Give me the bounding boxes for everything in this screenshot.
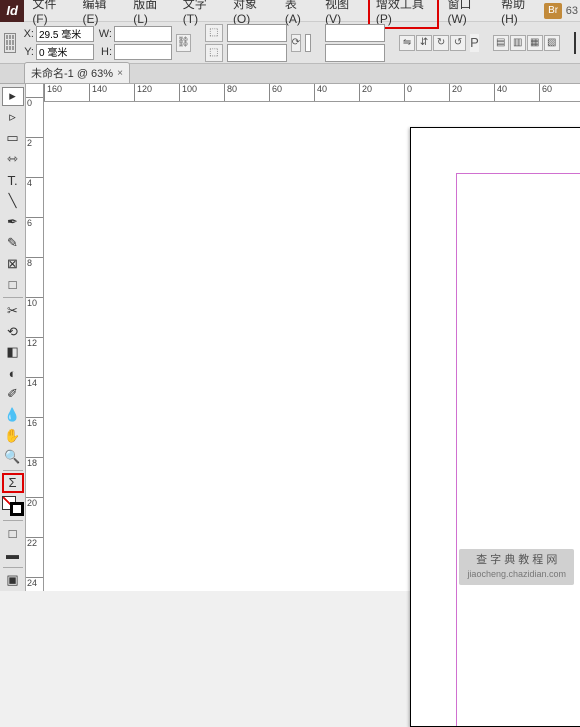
menu-window[interactable]: 窗口(W) [439, 0, 493, 29]
gradient-feather-tool[interactable]: ◐ [2, 364, 24, 383]
paragraph-p-icon[interactable]: P [470, 34, 479, 52]
workspace: ▸▹▭⇿T.╲✒✎⊠□✂⟲◧◐✐💧✋🔍Σ□▬▣ 0246810121416182… [0, 84, 580, 591]
gap-tool[interactable]: ⇿ [2, 150, 24, 169]
ruler-v-tick: 6 [26, 217, 43, 228]
y-input[interactable] [36, 44, 94, 60]
watermark: 查 字 典 教 程 网 jiaocheng.chazidian.com [459, 549, 574, 585]
tab-title: 未命名-1 @ 63% [31, 65, 113, 81]
constrain-icon[interactable]: ⛓ [176, 34, 191, 52]
rotate-icon[interactable]: ⟳ [291, 34, 301, 52]
type-tool[interactable]: T. [2, 171, 24, 190]
format-container[interactable]: □ [2, 524, 24, 543]
w-label: W: [98, 28, 112, 40]
transform-tool[interactable]: ⟲ [2, 322, 24, 341]
bridge-icon[interactable]: Br [544, 3, 561, 19]
gradient-swatch-tool[interactable]: ◧ [2, 343, 24, 362]
rotate-cw-icon[interactable]: ↻ [433, 35, 449, 51]
menu-bar: Id 文件(F) 编辑(E) 版面(L) 文字(T) 对象(O) 表(A) 视图… [0, 0, 580, 22]
ruler-v-tick: 8 [26, 257, 43, 268]
toolbox: ▸ ▹ ▭ ⇿ T. ╲ ✒✎ ⊠ □ ✂ ⟲ ◧ ◐ ✐ 💧 ✋ 🔍 Σ □ ▬ ▣ [0, 84, 26, 591]
note-tool[interactable]: ✐ [2, 385, 24, 404]
ruler-v-tick: 12 [26, 337, 43, 348]
ruler-v-tick: 2 [26, 137, 43, 148]
scissors-tool[interactable]: ✂ [2, 301, 24, 320]
document-tab-bar: 未命名-1 @ 63% × [0, 64, 580, 84]
x-label: X: [20, 28, 34, 40]
zoom-tool[interactable]: 🔍 [2, 448, 24, 467]
ruler-h-tick: 40 [494, 84, 507, 101]
scale-x-field[interactable] [227, 24, 287, 42]
ruler-h-tick: 20 [449, 84, 462, 101]
ruler-h-tick: 60 [269, 84, 282, 101]
ruler-v-tick: 14 [26, 377, 43, 388]
sigma-tool[interactable]: Σ [2, 473, 24, 492]
stroke-style-field[interactable] [325, 44, 385, 62]
rotate-ccw-icon[interactable]: ↺ [450, 35, 466, 51]
ruler-h-tick: 100 [179, 84, 197, 101]
ruler-v-tick: 24 [26, 577, 43, 588]
y-label: Y: [20, 46, 34, 58]
ruler-h-tick: 60 [539, 84, 552, 101]
hand-tool[interactable]: ✋ [2, 427, 24, 446]
page-margin-guide [456, 173, 580, 726]
ruler-h-tick: 80 [224, 84, 237, 101]
page[interactable] [410, 127, 580, 727]
flip-h-icon[interactable]: ⇋ [399, 35, 415, 51]
truncated-value: 63 [566, 5, 580, 17]
fill-frame-icon[interactable]: ▧ [544, 35, 560, 51]
view-mode[interactable]: ▣ [2, 571, 24, 590]
fill-swatch[interactable] [574, 32, 576, 54]
ruler-v-tick: 4 [26, 177, 43, 188]
scale-y-field[interactable] [227, 44, 287, 62]
menu-help[interactable]: 帮助(H) [493, 0, 544, 29]
page-tool[interactable]: ▭ [2, 129, 24, 148]
scale-x-icon[interactable]: ⬚ [205, 24, 223, 42]
selection-tool[interactable]: ▸ [2, 87, 24, 106]
fit-frame-icon[interactable]: ▥ [510, 35, 526, 51]
document-tab[interactable]: 未命名-1 @ 63% × [24, 62, 130, 83]
rectangle-frame-tool[interactable]: ⊠ [2, 254, 24, 273]
fit-content-icon[interactable]: ▤ [493, 35, 509, 51]
h-label: H: [98, 46, 112, 58]
fill-stroke-swap[interactable] [2, 496, 24, 517]
pencil-tool[interactable]: ✎ [2, 233, 24, 252]
tab-close-icon[interactable]: × [117, 68, 123, 79]
line-tool[interactable]: ╲ [2, 192, 24, 211]
direct-select-tool[interactable]: ▹ [2, 108, 24, 127]
stroke-weight-field[interactable] [325, 24, 385, 42]
center-content-icon[interactable]: ▦ [527, 35, 543, 51]
rotate-field[interactable] [305, 34, 311, 52]
ruler-v-tick: 18 [26, 457, 43, 468]
ruler-h-tick: 160 [44, 84, 62, 101]
watermark-title: 查 字 典 教 程 网 [467, 553, 566, 567]
watermark-url: jiaocheng.chazidian.com [467, 569, 566, 579]
ruler-h-tick: 0 [404, 84, 412, 101]
ruler-h-tick: 40 [314, 84, 327, 101]
ruler-v-tick: 22 [26, 537, 43, 548]
flip-v-icon[interactable]: ⇵ [416, 35, 432, 51]
canvas[interactable] [62, 102, 580, 591]
ruler-v-tick: 10 [26, 297, 43, 308]
ruler-h-tick: 140 [89, 84, 107, 101]
eyedropper-tool[interactable]: 💧 [2, 406, 24, 425]
rectangle-tool[interactable]: □ [2, 275, 24, 294]
ruler-h-tick: 120 [134, 84, 152, 101]
canvas-zone: 160 140 120 100 80 60 40 20 0 20 40 60 [44, 84, 580, 591]
ruler-v-tick: 0 [26, 97, 43, 108]
x-input[interactable] [36, 26, 94, 42]
ruler-vertical: 024681012141618202224 [26, 84, 44, 591]
pen-tool[interactable]: ✒ [2, 213, 24, 232]
app-logo: Id [0, 0, 24, 22]
reference-point[interactable] [4, 33, 16, 53]
ruler-v-tick: 20 [26, 497, 43, 508]
apply-color[interactable]: ▬ [2, 545, 24, 564]
ruler-horizontal: 160 140 120 100 80 60 40 20 0 20 40 60 [44, 84, 580, 102]
ruler-h-tick: 20 [359, 84, 372, 101]
h-input[interactable] [114, 44, 172, 60]
scale-y-icon[interactable]: ⬚ [205, 44, 223, 62]
ruler-v-tick: 16 [26, 417, 43, 428]
w-input[interactable] [114, 26, 172, 42]
